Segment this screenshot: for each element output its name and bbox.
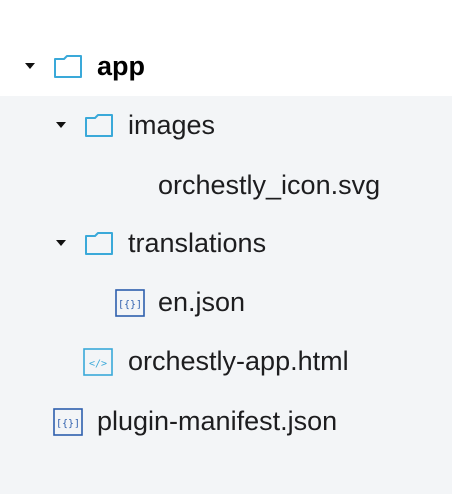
tree-item-label: orchestly_icon.svg [158,170,381,200]
tree-item-label: plugin-manifest.json [97,406,338,436]
tree-item-label: orchestly-app.html [128,346,349,376]
file-tree: app images orchestly_icon.svg translatio… [0,0,452,494]
tree-item-manifest[interactable]: [{}] plugin-manifest.json [0,391,452,451]
tree-item-label: app [97,51,146,81]
tree-item-html-file[interactable]: </> orchestly-app.html [0,331,452,391]
svg-text:</>: </> [89,359,107,370]
tree-item-svg-file[interactable]: orchestly_icon.svg [0,155,452,215]
json-file-icon: [{}] [53,408,83,436]
caret-down-icon[interactable] [56,122,66,128]
tree-item-en-json[interactable]: [{}] en.json [0,272,452,332]
tree-header-strip [0,0,452,36]
tree-item-label: en.json [158,287,246,317]
folder-icon [84,112,114,138]
folder-icon [84,230,114,256]
tree-item-translations[interactable]: translations [0,213,452,273]
svg-text:[{}]: [{}] [118,300,142,311]
tree-item-label: images [128,110,216,140]
caret-down-icon[interactable] [25,63,35,69]
folder-icon [53,53,83,79]
html-file-icon: </> [83,348,113,376]
tree-item-label: translations [128,228,267,258]
json-file-icon: [{}] [115,289,145,317]
tree-item-app[interactable]: app [0,36,452,96]
tree-item-images[interactable]: images [0,95,452,155]
svg-text:[{}]: [{}] [56,419,80,430]
caret-down-icon[interactable] [56,240,66,246]
